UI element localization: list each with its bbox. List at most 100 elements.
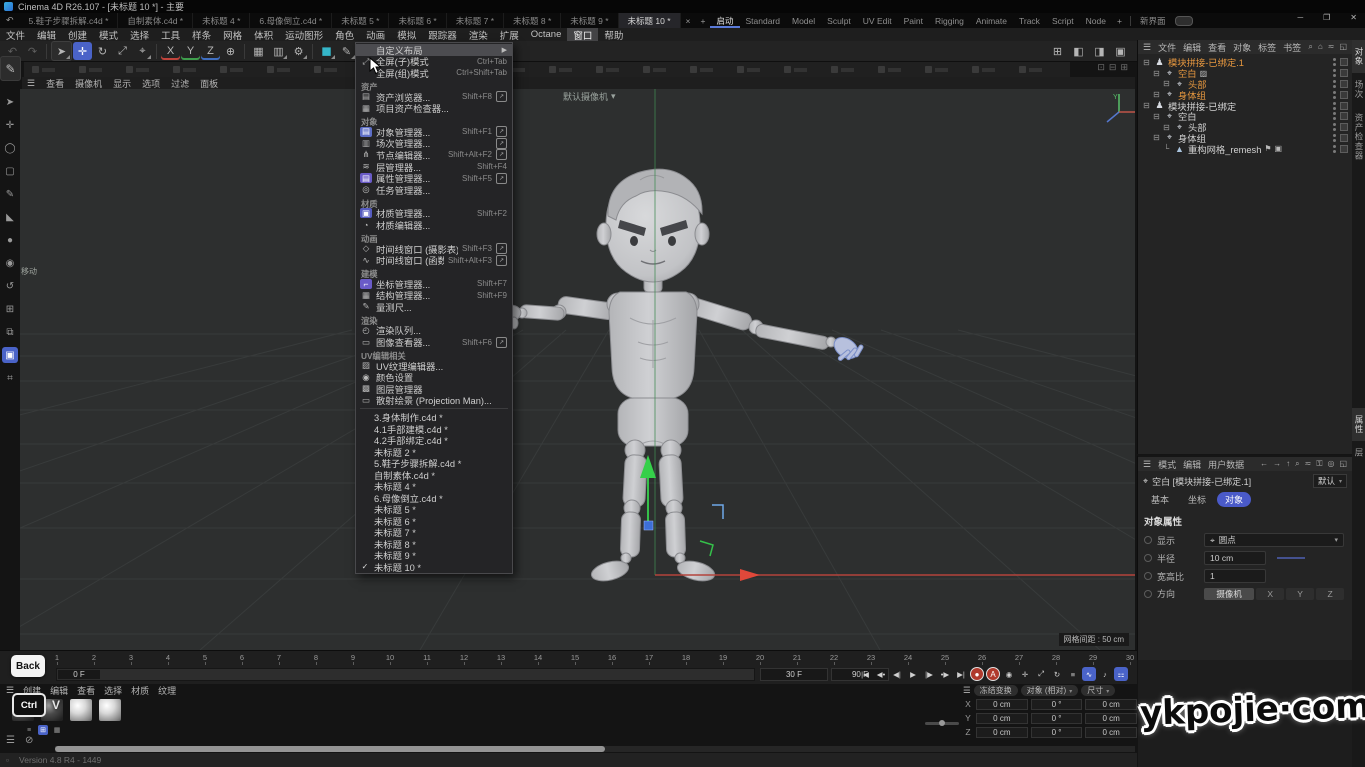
menu-item[interactable]: ▭图像查看器...Shift+F6↗ — [356, 336, 512, 348]
visibility-dots[interactable] — [1333, 134, 1336, 142]
strip-icon[interactable] — [972, 66, 995, 73]
home-icon[interactable]: ⌂ — [1318, 42, 1323, 52]
mode-dropdown[interactable]: 对象 (相对)▾ — [1021, 685, 1079, 696]
visibility-toggles[interactable] — [1333, 123, 1348, 131]
detail-view-icon[interactable]: ▦ — [52, 725, 62, 735]
grid-view-icon[interactable]: ⊞ — [38, 725, 48, 735]
scale-input[interactable]: 0 cm — [1085, 699, 1137, 710]
panel-menu-icon[interactable]: ☰ — [1143, 42, 1151, 53]
am-menu-模式[interactable]: 模式 — [1158, 458, 1176, 471]
visibility-toggles[interactable] — [1333, 134, 1348, 142]
next-frame-button[interactable]: |▶ — [922, 667, 936, 681]
strip-icon[interactable] — [220, 66, 243, 73]
popout-icon[interactable]: ↗ — [496, 337, 507, 348]
visibility-toggles[interactable] — [1333, 145, 1348, 153]
layer-chip[interactable] — [1340, 91, 1348, 99]
tool-ruler-icon[interactable]: ◣ — [2, 209, 18, 225]
layout-tab-script[interactable]: Script — [1046, 13, 1080, 28]
scale-input[interactable]: 0 cm — [1085, 713, 1137, 724]
coord-system-icon[interactable]: ⊕ — [221, 42, 240, 60]
strip-collapse-icon[interactable]: ⊟ — [1109, 62, 1117, 73]
strip-icon[interactable] — [32, 66, 55, 73]
object-tree-row[interactable]: ⊟♟模块拼接-已绑定.1 — [1138, 57, 1352, 68]
visibility-toggles[interactable] — [1333, 80, 1348, 88]
rotation-input[interactable]: 0 ° — [1031, 727, 1083, 738]
strip-icon[interactable] — [690, 66, 713, 73]
visibility-toggles[interactable] — [1333, 112, 1348, 120]
layout-tab-node[interactable]: Node — [1080, 13, 1112, 28]
keyframe-circle-icon[interactable] — [1144, 554, 1152, 562]
strip-icon[interactable] — [831, 66, 854, 73]
expander-icon[interactable]: ⊟ — [1162, 123, 1171, 132]
timeline-ruler[interactable]: 1234567891011121314151617181920212223242… — [0, 650, 1137, 666]
redo-icon[interactable]: ↷ — [23, 42, 42, 60]
filter-icon[interactable]: ≂ — [1328, 42, 1335, 52]
material-menu-查看[interactable]: 查看 — [77, 684, 95, 697]
render-settings-icon[interactable]: ⚙ — [289, 42, 308, 60]
sound-button[interactable]: ♪ — [1098, 667, 1112, 681]
visibility-dots[interactable] — [1333, 102, 1336, 110]
minimize-button[interactable]: ─ — [1297, 13, 1303, 22]
side-tab-属性[interactable]: 属性 — [1352, 408, 1365, 441]
document-tab[interactable]: 未标题 9 * — [561, 13, 618, 28]
menu-item[interactable]: ▦项目资产检查器... — [356, 102, 512, 114]
target-icon[interactable]: ◎ — [1327, 459, 1334, 469]
viewport-menu-面板[interactable]: 面板 — [200, 77, 218, 90]
om-menu-编辑[interactable]: 编辑 — [1183, 41, 1201, 54]
layout-tab-rigging[interactable]: Rigging — [929, 13, 970, 28]
strip-icon[interactable] — [878, 66, 901, 73]
viewport-menu-过滤[interactable]: 过滤 — [171, 77, 189, 90]
position-input[interactable]: 0 cm — [976, 727, 1028, 738]
scale-input[interactable]: 0 cm — [1085, 727, 1137, 738]
layout-tab-paint[interactable]: Paint — [898, 13, 929, 28]
am-menu-用户数据[interactable]: 用户数据 — [1208, 458, 1244, 471]
menu-体积[interactable]: 体积 — [248, 28, 279, 41]
strip-icon[interactable] — [737, 66, 760, 73]
add-spline-icon[interactable]: ✎ — [337, 42, 356, 60]
new-tab-button[interactable]: + — [696, 16, 711, 26]
aspect-input[interactable]: 1 — [1204, 569, 1266, 583]
menu-样条[interactable]: 样条 — [186, 28, 217, 41]
viewport-menu-摄像机[interactable]: 摄像机 — [75, 77, 102, 90]
range-end-field[interactable]: 30 F — [760, 668, 828, 681]
attribute-tab-坐标[interactable]: 坐标 — [1180, 492, 1214, 507]
popout-icon[interactable]: ↗ — [496, 149, 507, 160]
menu-模式[interactable]: 模式 — [93, 28, 124, 41]
viewport-layout-right-icon[interactable]: ◨ — [1090, 43, 1109, 61]
autokey-button[interactable]: A — [986, 667, 1000, 681]
document-tab[interactable]: 未标题 6 * — [389, 13, 446, 28]
material-thumbnail[interactable] — [70, 699, 92, 721]
om-menu-书签[interactable]: 书签 — [1283, 41, 1301, 54]
menu-文件[interactable]: 文件 — [0, 28, 31, 41]
disable-icon[interactable]: ⊘ — [25, 735, 33, 746]
rotation-input[interactable]: 0 ° — [1031, 699, 1083, 710]
document-tab[interactable]: 未标题 4 * — [193, 13, 250, 28]
layout-tab-uv-edit[interactable]: UV Edit — [857, 13, 898, 28]
strip-icon[interactable] — [173, 66, 196, 73]
material-menu-材质[interactable]: 材质 — [131, 684, 149, 697]
rotate-tool-icon[interactable]: ↻ — [93, 42, 112, 60]
layer-chip[interactable] — [1340, 145, 1348, 153]
strip-icon[interactable] — [126, 66, 149, 73]
filter-icon[interactable]: ≂ — [1305, 459, 1312, 469]
material-menu-编辑[interactable]: 编辑 — [50, 684, 68, 697]
strip-icon[interactable] — [549, 66, 572, 73]
layer-chip[interactable] — [1340, 102, 1348, 110]
visibility-dots[interactable] — [1333, 69, 1336, 77]
orientation-z-button[interactable]: Z — [1316, 588, 1344, 600]
axis-y-lock-icon[interactable]: Y — [181, 42, 200, 60]
menu-item[interactable]: ◎任务管理器... — [356, 184, 512, 196]
viewport-menu-选项[interactable]: 选项 — [142, 77, 160, 90]
visibility-dots[interactable] — [1333, 112, 1336, 120]
strip-icon[interactable] — [925, 66, 948, 73]
layer-chip[interactable] — [1340, 123, 1348, 131]
layer-chip[interactable] — [1340, 134, 1348, 142]
orientation-x-button[interactable]: X — [1256, 588, 1284, 600]
forward-arrow-icon[interactable]: → — [1273, 459, 1281, 469]
axis-z-lock-icon[interactable]: Z — [201, 42, 220, 60]
layout-tab-sculpt[interactable]: Sculpt — [821, 13, 857, 28]
document-tab[interactable]: 未标题 10 * — [619, 13, 681, 28]
tool-pen-icon[interactable]: ✎ — [2, 186, 18, 202]
tool-array-icon[interactable]: ⧉ — [2, 324, 18, 340]
expander-icon[interactable]: ⊟ — [1152, 112, 1161, 121]
